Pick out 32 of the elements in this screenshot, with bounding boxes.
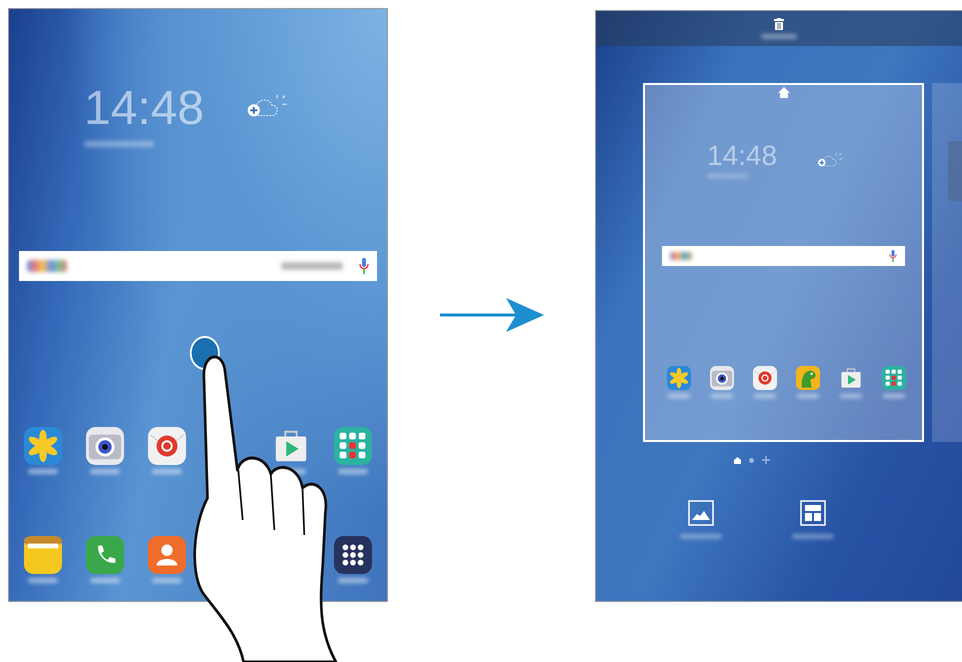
clock-text: 14:48 xyxy=(707,142,778,170)
email-icon[interactable] xyxy=(148,427,186,465)
add-page-icon[interactable] xyxy=(762,456,770,464)
flower-icon[interactable] xyxy=(666,366,690,390)
home-icon[interactable] xyxy=(778,87,790,98)
shopping-bag-icon[interactable] xyxy=(838,366,862,390)
clock-text: 14:48 xyxy=(84,85,204,133)
trash-icon[interactable] xyxy=(774,18,784,30)
weather-add-icon[interactable] xyxy=(817,152,843,168)
weather-add-icon[interactable] xyxy=(246,93,288,119)
microphone-icon[interactable] xyxy=(359,258,369,274)
blurred-date xyxy=(84,141,154,147)
blurred-hint xyxy=(281,262,343,270)
search-bar[interactable] xyxy=(19,251,377,281)
app-folder-icon[interactable] xyxy=(334,427,372,465)
email-icon[interactable] xyxy=(752,366,776,390)
flower-icon[interactable] xyxy=(24,427,62,465)
widgets-icon[interactable] xyxy=(800,500,826,526)
arrow-icon xyxy=(440,298,544,332)
microphone-icon[interactable] xyxy=(889,250,897,262)
contact-icon[interactable] xyxy=(148,536,186,574)
apps-grid-icon[interactable] xyxy=(334,536,372,574)
home-page-indicator[interactable] xyxy=(734,456,741,464)
blurred-logo xyxy=(27,260,67,272)
phone-icon[interactable] xyxy=(86,536,124,574)
app-folder-icon[interactable] xyxy=(882,366,906,390)
page-indicator[interactable] xyxy=(749,458,754,462)
blurred-logo xyxy=(670,252,692,260)
wallpaper-icon[interactable] xyxy=(688,500,714,526)
camera-icon[interactable] xyxy=(710,366,734,390)
folder-icon[interactable] xyxy=(24,536,62,574)
camera-icon[interactable] xyxy=(86,427,124,465)
